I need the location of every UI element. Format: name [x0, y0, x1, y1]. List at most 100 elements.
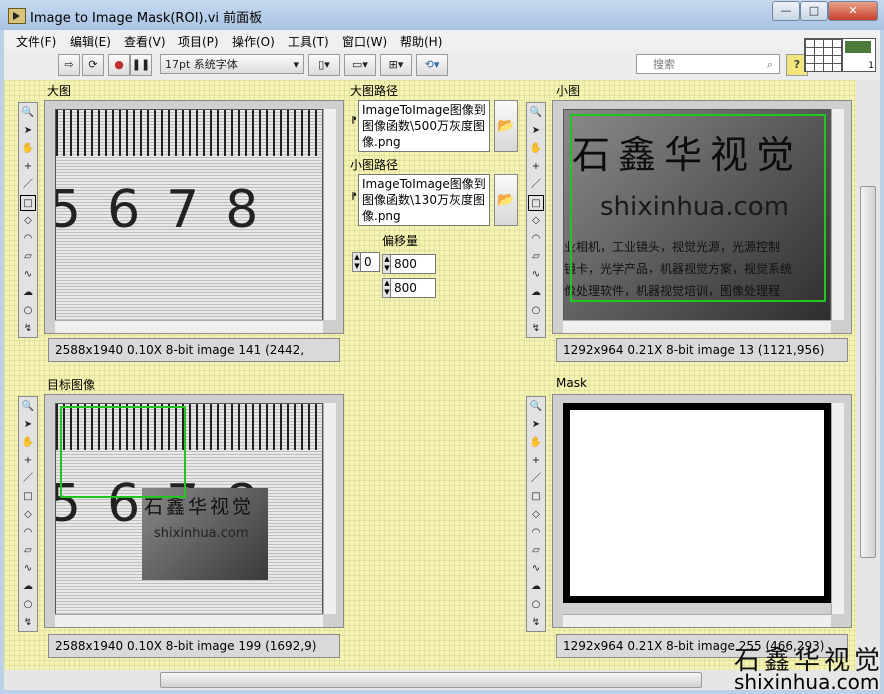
panel-horizontal-scroll-thumb[interactable]	[160, 672, 702, 688]
zoom-icon[interactable]: 🔍	[20, 399, 36, 415]
pointer-icon[interactable]: ➤	[528, 417, 544, 433]
broken-line-icon[interactable]: ↯	[20, 321, 36, 337]
rectangle-icon[interactable]: □	[528, 489, 544, 505]
point-icon[interactable]: +	[20, 159, 36, 175]
freehand-icon[interactable]: ∿	[528, 561, 544, 577]
annulus-icon[interactable]: ◠	[528, 231, 544, 247]
freehand-icon[interactable]: ∿	[20, 267, 36, 283]
rectangle-icon[interactable]: □	[528, 195, 544, 211]
line-icon[interactable]: ／	[528, 471, 544, 487]
menu-edit[interactable]: 编辑(E)	[70, 33, 111, 50]
search-input[interactable]: 搜索 ⌕	[636, 54, 780, 74]
zoom-icon[interactable]: 🔍	[528, 399, 544, 415]
rotated-rect-icon[interactable]: ◇	[20, 507, 36, 523]
run-arrow-icon[interactable]: ⇨	[58, 54, 80, 76]
big-image-display[interactable]: 5678	[55, 109, 323, 321]
menu-operate[interactable]: 操作(O)	[232, 33, 275, 50]
big-path-browse-button[interactable]: 📂	[494, 100, 518, 152]
freehand-region-icon[interactable]: ☁	[20, 285, 36, 301]
small-image-vscroll[interactable]	[831, 109, 844, 320]
offset-y-field[interactable]: 800	[390, 278, 436, 298]
front-panel: 大图 🔍 ➤ ✋ + ／ □ ◇ ◠ ▱ ∿ ☁ ○ ↯ 5678 2588x1940 0.10X 8-…	[4, 80, 856, 670]
maximize-icon[interactable]: □	[800, 1, 828, 21]
annulus-icon[interactable]: ◠	[528, 525, 544, 541]
line-icon[interactable]: ／	[20, 471, 36, 487]
point-icon[interactable]: +	[528, 453, 544, 469]
target-image-hscroll[interactable]	[55, 614, 323, 627]
target-roi-rectangle[interactable]	[60, 406, 186, 498]
pointer-icon[interactable]: ➤	[20, 123, 36, 139]
line-icon[interactable]: ／	[528, 177, 544, 193]
freehand-region-icon[interactable]: ☁	[528, 285, 544, 301]
zoom-icon[interactable]: 🔍	[20, 105, 36, 121]
big-path-field[interactable]: ImageToImage图像到图像函数\500万灰度图像.png	[358, 100, 490, 152]
mask-image-vscroll[interactable]	[831, 403, 844, 614]
pan-hand-icon[interactable]: ✋	[20, 141, 36, 157]
menu-tools[interactable]: 工具(T)	[288, 33, 329, 50]
mask-image-hscroll[interactable]	[563, 614, 831, 627]
target-image-display[interactable]: 5678 石鑫华视觉 shixinhua.com	[55, 403, 323, 615]
point-icon[interactable]: +	[528, 159, 544, 175]
freehand-icon[interactable]: ∿	[528, 267, 544, 283]
pan-hand-icon[interactable]: ✋	[528, 141, 544, 157]
broken-line-icon[interactable]: ↯	[20, 615, 36, 631]
rotated-rect-icon[interactable]: ◇	[20, 213, 36, 229]
small-path-browse-button[interactable]: 📂	[494, 174, 518, 226]
resize-objects-icon[interactable]: ⊞▾	[380, 54, 412, 76]
oval-icon[interactable]: ○	[528, 303, 544, 319]
vi-icon[interactable]: 1	[842, 38, 876, 72]
rotated-rect-icon[interactable]: ◇	[528, 507, 544, 523]
polygon-icon[interactable]: ▱	[20, 543, 36, 559]
panel-vertical-scroll-thumb[interactable]	[860, 186, 876, 558]
broken-line-icon[interactable]: ↯	[528, 321, 544, 337]
mask-image-display[interactable]	[563, 403, 831, 603]
small-image-roi-rectangle[interactable]	[570, 114, 826, 302]
polygon-icon[interactable]: ▱	[528, 249, 544, 265]
oval-icon[interactable]: ○	[528, 597, 544, 613]
offset-x-field[interactable]: 800	[390, 254, 436, 274]
point-icon[interactable]: +	[20, 453, 36, 469]
rectangle-icon[interactable]: □	[20, 195, 36, 211]
pan-hand-icon[interactable]: ✋	[20, 435, 36, 451]
menu-view[interactable]: 查看(V)	[124, 33, 166, 50]
close-icon[interactable]: ✕	[828, 1, 878, 21]
pan-hand-icon[interactable]: ✋	[528, 435, 544, 451]
align-objects-icon[interactable]: ▯▾	[308, 54, 340, 76]
freehand-icon[interactable]: ∿	[20, 561, 36, 577]
rectangle-icon[interactable]: □	[20, 489, 36, 505]
font-select[interactable]: 17pt 系统字体 ▾	[160, 54, 304, 74]
freehand-region-icon[interactable]: ☁	[20, 579, 36, 595]
pointer-icon[interactable]: ➤	[528, 123, 544, 139]
connector-pane-icon[interactable]	[804, 38, 842, 72]
small-path-field[interactable]: ImageToImage图像到图像函数\130万灰度图像.png	[358, 174, 490, 226]
annulus-icon[interactable]: ◠	[20, 231, 36, 247]
menu-window[interactable]: 窗口(W)	[342, 33, 387, 50]
broken-line-icon[interactable]: ↯	[528, 615, 544, 631]
polygon-icon[interactable]: ▱	[528, 543, 544, 559]
big-image-vscroll[interactable]	[323, 109, 336, 320]
target-image-vscroll[interactable]	[323, 403, 336, 614]
pause-icon[interactable]: ❚❚	[130, 54, 152, 76]
run-continuously-icon[interactable]: ⟳	[82, 54, 104, 76]
small-image-hscroll[interactable]	[563, 320, 831, 333]
freehand-region-icon[interactable]: ☁	[528, 579, 544, 595]
menu-help[interactable]: 帮助(H)	[400, 33, 442, 50]
menu-file[interactable]: 文件(F)	[16, 33, 56, 50]
zoom-icon[interactable]: 🔍	[528, 105, 544, 121]
offset-index[interactable]: 0	[360, 252, 380, 272]
polygon-icon[interactable]: ▱	[20, 249, 36, 265]
distribute-objects-icon[interactable]: ▭▾	[344, 54, 376, 76]
search-icon[interactable]: ⌕	[767, 55, 773, 75]
annulus-icon[interactable]: ◠	[20, 525, 36, 541]
line-icon[interactable]: ／	[20, 177, 36, 193]
oval-icon[interactable]: ○	[20, 597, 36, 613]
pointer-icon[interactable]: ➤	[20, 417, 36, 433]
minimize-icon[interactable]: —	[772, 1, 800, 21]
abort-icon[interactable]: ●	[108, 54, 130, 76]
menu-project[interactable]: 项目(P)	[178, 33, 219, 50]
reorder-icon[interactable]: ⟲▾	[416, 54, 448, 76]
big-image-hscroll[interactable]	[55, 320, 323, 333]
rotated-rect-icon[interactable]: ◇	[528, 213, 544, 229]
small-image-display[interactable]: 石鑫华视觉 shixinhua.com 业相机，工业镜头，视觉光源，光源控制 镜…	[563, 109, 831, 321]
oval-icon[interactable]: ○	[20, 303, 36, 319]
